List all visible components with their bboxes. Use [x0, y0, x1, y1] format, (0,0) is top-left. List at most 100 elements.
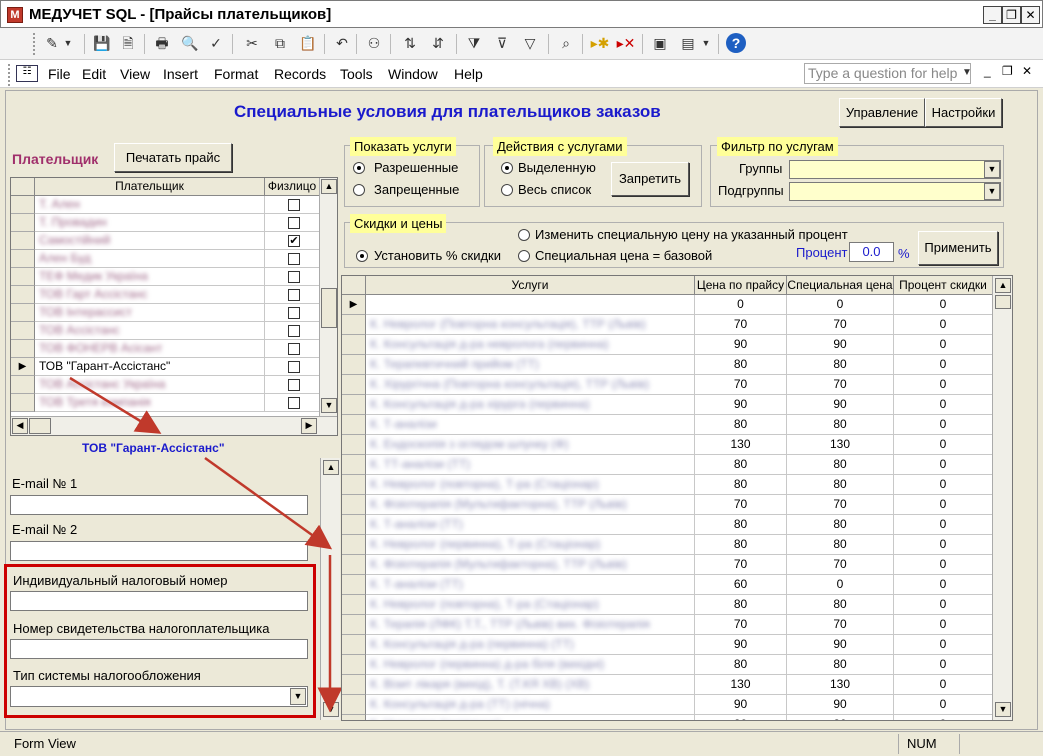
row-selector[interactable] [342, 615, 366, 635]
service-name[interactable]: К. Консультація д-ра невролога (первинна… [366, 335, 695, 355]
row-selector[interactable] [342, 655, 366, 675]
discount-cell[interactable]: 0 [894, 355, 992, 375]
service-row[interactable]: К. Візит лікаря (вихід), Т. (Т.КЯ ХВ) (Х… [342, 675, 992, 695]
service-row[interactable]: К. Консультація д-ра невролога (первинна… [342, 335, 992, 355]
allowed-label[interactable]: Разрешенные [374, 160, 458, 175]
price-cell[interactable]: 80 [695, 475, 787, 495]
row-selector[interactable] [342, 635, 366, 655]
service-row[interactable]: К. Консультація д-ра (первинна) (ТТ) 90 90… [342, 635, 992, 655]
special-price-cell[interactable]: 70 [787, 555, 894, 575]
row-selector[interactable] [342, 415, 366, 435]
discount-cell[interactable]: 0 [894, 515, 992, 535]
discount-cell[interactable]: 0 [894, 555, 992, 575]
service-name[interactable]: К. Т-аналізи (ТТ) [366, 515, 695, 535]
price-cell[interactable]: 90 [695, 695, 787, 715]
special-price-cell[interactable]: 130 [787, 435, 894, 455]
special-price-cell[interactable]: 90 [787, 635, 894, 655]
discount-cell[interactable]: 0 [894, 455, 992, 475]
price-cell[interactable]: 70 [695, 375, 787, 395]
service-row[interactable]: ▶ 0 0 0 [342, 295, 992, 315]
discount-cell[interactable]: 0 [894, 655, 992, 675]
service-name[interactable]: К. Консультація д-ра хірурга (первинна) [366, 395, 695, 415]
price-column-header[interactable]: Цена по прайсу [695, 276, 787, 295]
discount-cell[interactable]: 0 [894, 535, 992, 555]
service-row[interactable]: К. Невролог (первинна), Т-ра (Стаціонар)… [342, 535, 992, 555]
row-selector[interactable] [342, 395, 366, 415]
service-name[interactable]: К. Ендоскопія з оглядом шлунку (Ф) [366, 435, 695, 455]
service-row[interactable]: К. Невролог (повторна), Т-ра (Стаціонар)… [342, 475, 992, 495]
service-row[interactable]: К. Терапія (ЛФК) Т.Т., ТТР (Львів) вих. … [342, 615, 992, 635]
services-scrollbar[interactable]: ▲ ▼ [992, 276, 1012, 720]
special-price-cell[interactable]: 80 [787, 415, 894, 435]
service-name[interactable]: К. Консультація д-ра (первинна) (ТТ) [366, 635, 695, 655]
service-row[interactable]: К. Хірургічна (Повторна консультація), Т… [342, 375, 992, 395]
discount-cell[interactable]: 0 [894, 675, 992, 695]
service-name[interactable]: К. Т-аналізи [366, 415, 695, 435]
service-name[interactable]: К. Хірургічна (Повторна консультація), Т… [366, 375, 695, 395]
price-cell[interactable]: 80 [695, 455, 787, 475]
service-name[interactable]: К. Т-аналізи (ТТ) [366, 575, 695, 595]
price-cell[interactable]: 60 [695, 575, 787, 595]
price-cell[interactable]: 90 [695, 635, 787, 655]
service-name[interactable]: К. Невролог (первинна) [366, 715, 695, 720]
price-cell[interactable]: 80 [695, 535, 787, 555]
radio-forbidden[interactable] [353, 184, 365, 196]
service-row[interactable]: К. Терапевтичний прийом (ТТ) 80 80 0 [342, 355, 992, 375]
service-row[interactable]: К. ТТ-аналізи (ТТ) 80 80 0 [342, 455, 992, 475]
special-price-cell[interactable]: 80 [787, 535, 894, 555]
base-price-label[interactable]: Специальная цена = базовой [535, 248, 712, 263]
service-name[interactable]: К. Невролог (первинна) д-ра біля (вихідн… [366, 655, 695, 675]
service-row[interactable]: К. Невролог (первинна)80800 [342, 715, 992, 720]
price-cell[interactable]: 80 [695, 355, 787, 375]
special-price-cell[interactable]: 80 [787, 595, 894, 615]
selected-label[interactable]: Выделенную [518, 160, 596, 175]
price-cell[interactable]: 90 [695, 395, 787, 415]
radio-selected[interactable] [501, 162, 513, 174]
forbidden-label[interactable]: Запрещенные [374, 182, 459, 197]
radio-set-percent[interactable] [356, 250, 368, 262]
price-cell[interactable]: 70 [695, 495, 787, 515]
discount-cell[interactable]: 0 [894, 695, 992, 715]
service-row[interactable]: К. Т-аналізи (ТТ) 60 0 0 [342, 575, 992, 595]
discount-cell[interactable]: 0 [894, 435, 992, 455]
radio-whole-list[interactable] [501, 184, 513, 196]
row-selector[interactable] [342, 555, 366, 575]
service-name[interactable]: К. ТТ-аналізи (ТТ) [366, 455, 695, 475]
service-name[interactable]: К. Візит лікаря (вихід), Т. (Т.КЯ ХВ) (Х… [366, 675, 695, 695]
service-name[interactable]: К. Терапевтичний прийом (ТТ) [366, 355, 695, 375]
service-row[interactable]: К. Фізіотерапія (Мультифакторна), ТТР (Л… [342, 555, 992, 575]
row-selector[interactable] [342, 535, 366, 555]
service-row[interactable]: К. Невролог (первинна) д-ра біля (вихідн… [342, 655, 992, 675]
special-price-cell[interactable]: 80 [787, 715, 894, 720]
price-cell[interactable]: 80 [695, 655, 787, 675]
radio-allowed[interactable] [353, 162, 365, 174]
groups-select[interactable] [789, 160, 1001, 179]
scroll-down-button[interactable]: ▼ [995, 702, 1011, 717]
discount-column-header[interactable]: Процент скидки [894, 276, 992, 295]
service-name[interactable]: К. Невролог (первинна), Т-ра (Стаціонар) [366, 535, 695, 555]
special-price-cell[interactable]: 80 [787, 455, 894, 475]
service-name[interactable]: К. Консультація д-ра (ТТ) (нічна) [366, 695, 695, 715]
row-selector[interactable] [342, 355, 366, 375]
discount-cell[interactable]: 0 [894, 315, 992, 335]
price-cell[interactable]: 80 [695, 595, 787, 615]
price-cell[interactable]: 70 [695, 555, 787, 575]
percent-field[interactable]: 0.0 [849, 242, 894, 262]
discount-cell[interactable]: 0 [894, 395, 992, 415]
special-price-cell[interactable]: 90 [787, 395, 894, 415]
row-selector[interactable] [342, 435, 366, 455]
discount-cell[interactable]: 0 [894, 475, 992, 495]
price-cell[interactable]: 80 [695, 515, 787, 535]
radio-base-price[interactable] [518, 250, 530, 262]
price-cell[interactable]: 80 [695, 715, 787, 720]
price-cell[interactable]: 130 [695, 435, 787, 455]
service-name[interactable]: К. Невролог (повторна), Т-ра (Стаціонар) [366, 595, 695, 615]
special-price-cell[interactable]: 70 [787, 615, 894, 635]
special-price-cell[interactable]: 70 [787, 315, 894, 335]
price-cell[interactable]: 130 [695, 675, 787, 695]
price-cell[interactable]: 0 [695, 295, 787, 315]
discount-cell[interactable]: 0 [894, 335, 992, 355]
set-percent-label[interactable]: Установить % скидки [374, 248, 501, 263]
row-selector[interactable] [342, 495, 366, 515]
row-selector[interactable] [342, 375, 366, 395]
